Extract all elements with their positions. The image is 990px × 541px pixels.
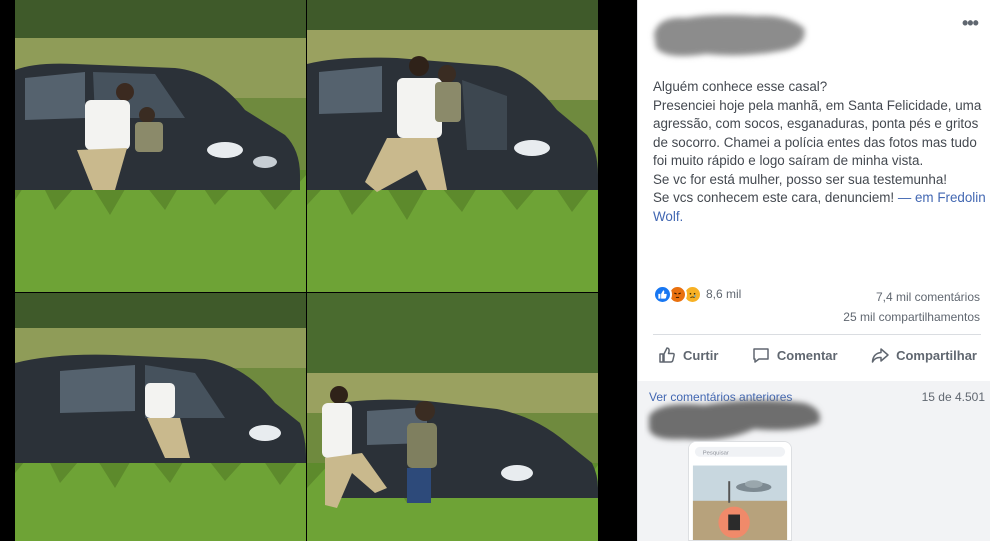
like-button[interactable]: Curtir xyxy=(653,345,722,365)
thumbs-up-icon xyxy=(659,347,675,363)
comments-section: Ver comentários anteriores 15 de 4.501 P… xyxy=(638,381,990,541)
more-options-icon[interactable]: ••• xyxy=(962,14,979,32)
reactions-summary[interactable]: 8,6 mil xyxy=(653,284,741,304)
post-text: Alguém conhece esse casal? Presenciei ho… xyxy=(653,78,988,226)
redacted-author xyxy=(654,14,805,56)
post-stats: 7,4 mil comentários 25 mil compartilhame… xyxy=(843,287,980,327)
photo-panel-2 xyxy=(307,0,598,292)
post-last-line: Se vcs conhecem este cara, denunciem! xyxy=(653,190,895,205)
photo-panel-3 xyxy=(15,293,306,541)
comments-count-link[interactable]: 7,4 mil comentários xyxy=(843,287,980,307)
search-placeholder: Pesquisar xyxy=(703,451,729,457)
comment-bubble-icon xyxy=(753,348,769,363)
post-line-3: Se vc for está mulher, posso ser sua tes… xyxy=(653,171,947,187)
like-label: Curtir xyxy=(683,347,719,363)
post-line-2: Presenciei hoje pela manhã, em Santa Fel… xyxy=(653,97,982,169)
post-sidebar: ••• Alguém conhece esse casal? Presencie… xyxy=(637,0,990,541)
location-prefix: — em xyxy=(894,190,934,205)
share-arrow-icon xyxy=(871,348,889,363)
like-icon xyxy=(653,284,672,304)
comment-label: Comentar xyxy=(776,347,838,363)
comment-image-attachment[interactable]: Pesquisar xyxy=(688,441,792,541)
photo-collage xyxy=(15,0,598,541)
divider-top xyxy=(653,334,981,335)
comments-page-count: 15 de 4.501 xyxy=(921,390,985,404)
post-line-4: Se vcs conhecem este cara, denunciem! — … xyxy=(653,189,988,226)
post-line-1: Alguém conhece esse casal? xyxy=(653,79,828,94)
share-button[interactable]: Compartilhar xyxy=(866,345,981,365)
share-label: Compartilhar xyxy=(896,347,977,363)
shares-count-link[interactable]: 25 mil compartilhamentos xyxy=(843,307,980,327)
comment-button[interactable]: Comentar xyxy=(747,345,842,365)
reaction-count[interactable]: 8,6 mil xyxy=(706,287,741,301)
photo-viewer[interactable] xyxy=(0,0,637,541)
photo-panel-4 xyxy=(307,293,598,541)
post-actions: Curtir Comentar Compartilhar xyxy=(653,340,981,370)
photo-panel-1 xyxy=(15,0,306,292)
